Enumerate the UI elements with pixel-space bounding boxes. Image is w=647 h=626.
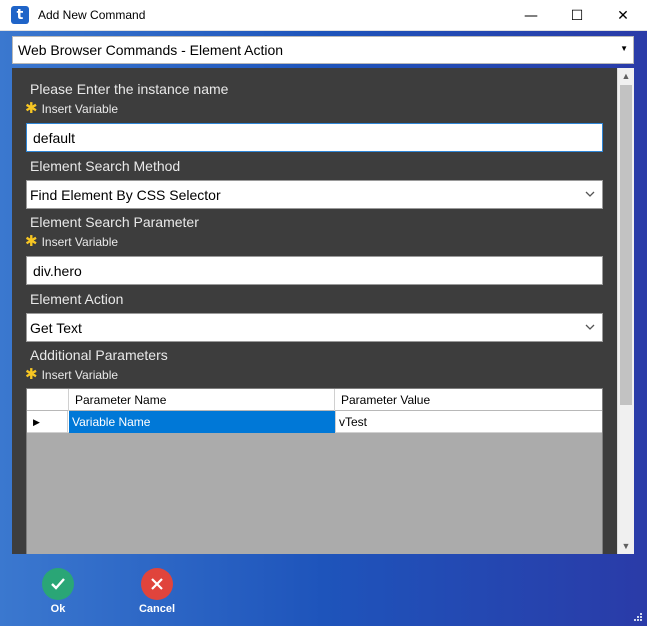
grid-header-parameter-name[interactable]: Parameter Name	[69, 389, 335, 411]
vertical-scrollbar[interactable]: ▲ ▼	[617, 68, 634, 554]
search-method-value: Find Element By CSS Selector	[30, 186, 221, 203]
cell-parameter-value[interactable]: vTest	[335, 411, 602, 433]
additional-parameters-label: Additional Parameters	[30, 347, 168, 363]
instance-name-label: Please Enter the instance name	[30, 81, 229, 97]
chevron-down-icon	[585, 324, 595, 330]
additional-insert-variable-link[interactable]: ✱ Insert Variable	[25, 366, 119, 383]
star-icon: ✱	[25, 233, 38, 250]
maximize-button[interactable]: ☐	[554, 0, 600, 31]
search-method-dropdown[interactable]: Find Element By CSS Selector	[26, 180, 603, 209]
instance-insert-variable-link[interactable]: ✱ Insert Variable	[25, 100, 119, 117]
command-settings-panel: Please Enter the instance name ✱ Insert …	[12, 68, 634, 554]
dialog-body: Web Browser Commands - Element Action ▼ …	[0, 31, 647, 626]
cancel-button[interactable]: Cancel	[127, 568, 187, 615]
insert-variable-label: Insert Variable	[41, 102, 119, 116]
minimize-icon: —	[524, 7, 538, 24]
close-circle-icon	[141, 568, 173, 600]
ok-button[interactable]: Ok	[28, 568, 88, 615]
minimize-button[interactable]: —	[508, 0, 554, 31]
element-action-label: Element Action	[30, 291, 124, 307]
search-method-label: Element Search Method	[30, 158, 181, 174]
maximize-icon: ☐	[570, 7, 584, 24]
window-title: Add New Command	[38, 8, 146, 22]
element-action-value: Get Text	[30, 319, 82, 336]
parameters-grid: Parameter Name Parameter Value ▶ Variabl…	[26, 388, 603, 554]
search-parameter-label: Element Search Parameter	[30, 214, 199, 230]
grid-header-parameter-value[interactable]: Parameter Value	[335, 389, 602, 411]
title-bar: t Add New Command — ☐ ✕	[0, 0, 647, 31]
instance-name-input[interactable]: default	[26, 123, 603, 152]
element-action-dropdown[interactable]: Get Text	[26, 313, 603, 342]
cell-parameter-name[interactable]: Variable Name	[69, 411, 335, 433]
grid-header: Parameter Name Parameter Value	[27, 389, 602, 411]
insert-variable-label: Insert Variable	[41, 368, 119, 382]
search-parameter-input[interactable]: div.hero	[26, 256, 603, 285]
search-parameter-insert-variable-link[interactable]: ✱ Insert Variable	[25, 233, 119, 250]
grid-header-corner	[27, 389, 69, 411]
ok-label: Ok	[50, 603, 66, 615]
scrollbar-thumb[interactable]	[620, 85, 632, 405]
insert-variable-label: Insert Variable	[41, 235, 119, 249]
close-icon: ✕	[617, 7, 629, 24]
table-row[interactable]: ▶ Variable Name vTest	[27, 411, 602, 433]
resize-grip-icon[interactable]	[633, 612, 643, 622]
star-icon: ✱	[25, 366, 38, 383]
command-selector[interactable]: Web Browser Commands - Element Action ▼	[12, 36, 634, 64]
chevron-down-icon	[585, 191, 595, 197]
command-selector-value: Web Browser Commands - Element Action	[18, 42, 284, 58]
star-icon: ✱	[25, 100, 38, 117]
checkmark-icon	[42, 568, 74, 600]
dropdown-arrow-icon: ▼	[620, 44, 628, 53]
row-indicator-icon: ▶	[27, 411, 68, 433]
scroll-up-icon[interactable]: ▲	[618, 68, 634, 84]
app-icon: t	[11, 6, 29, 24]
cancel-label: Cancel	[138, 603, 176, 615]
scroll-down-icon[interactable]: ▼	[618, 538, 634, 554]
close-button[interactable]: ✕	[600, 0, 646, 31]
